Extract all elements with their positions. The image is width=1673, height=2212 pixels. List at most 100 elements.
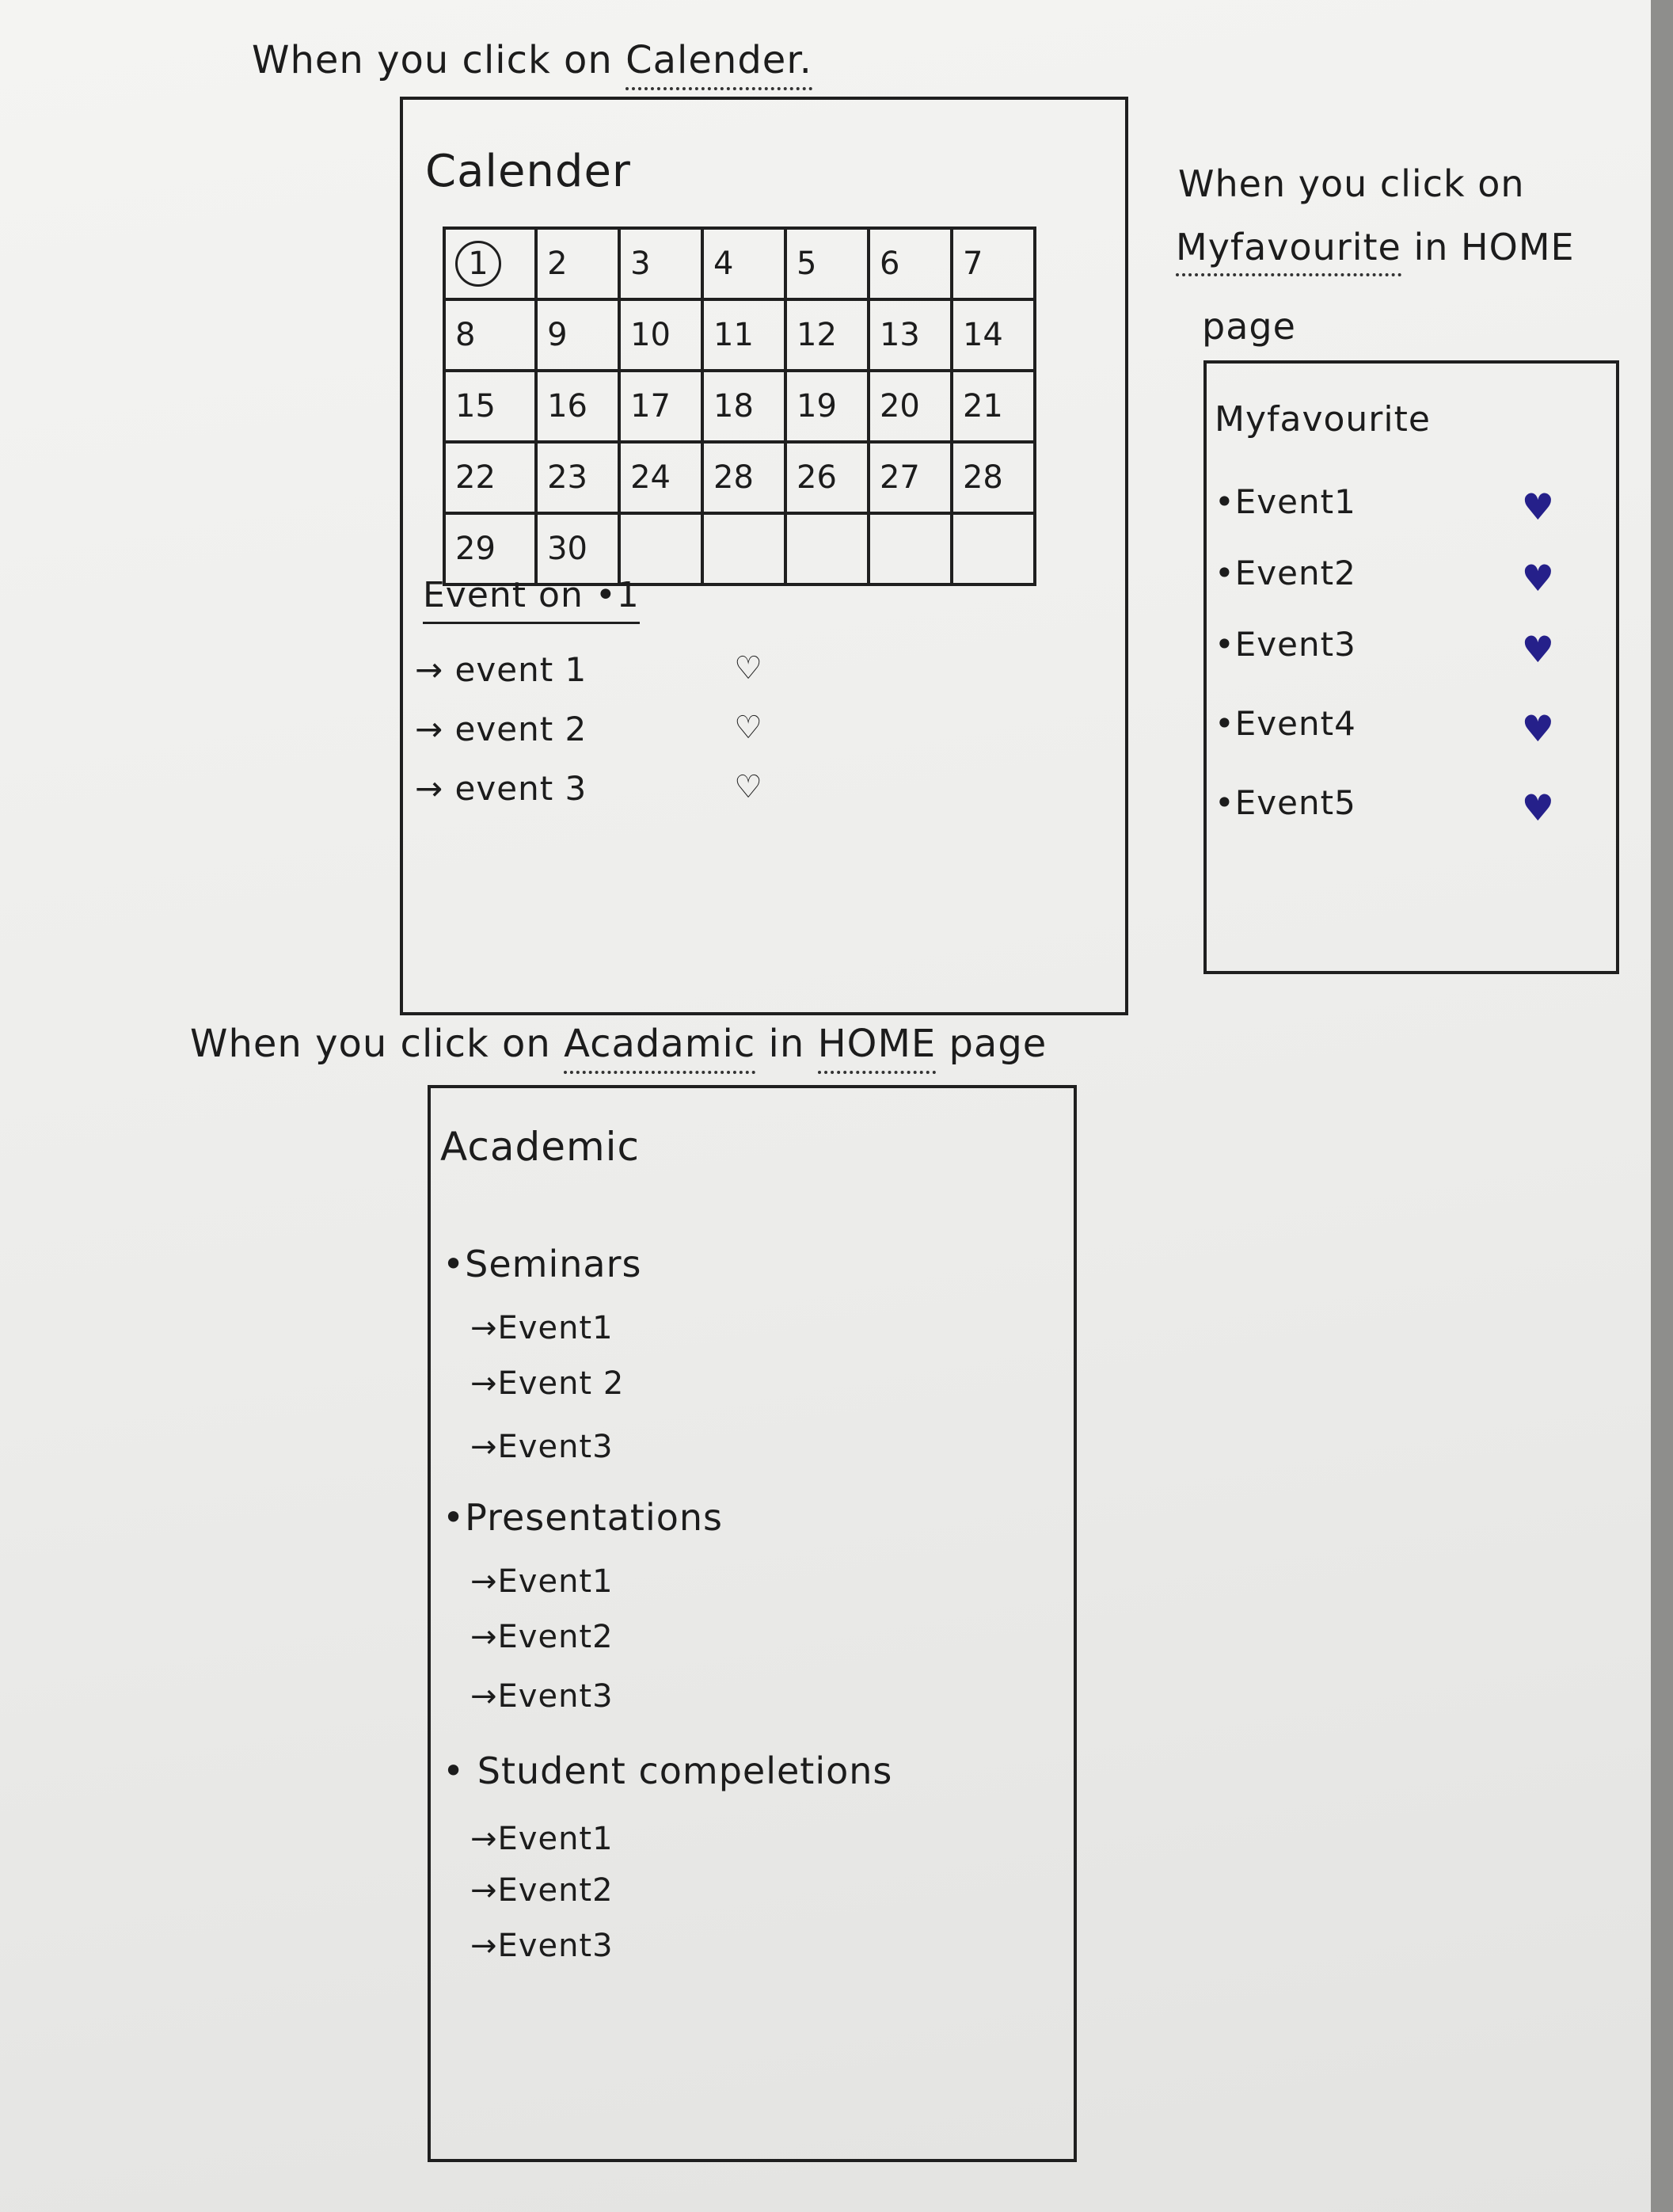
favourite-label: •Event4 [1215, 704, 1356, 743]
favourite-caption-line1: When you click on [1178, 162, 1525, 205]
academic-event-item[interactable]: →Event1 [470, 1563, 614, 1600]
calendar-day-cell[interactable]: 3 [618, 227, 705, 301]
calendar-day-cell[interactable]: 17 [618, 369, 705, 444]
favourite-item[interactable]: •Event1 ♥ [1215, 482, 1595, 528]
calendar-day-number: 24 [630, 459, 671, 496]
calendar-day-number: 3 [630, 246, 651, 282]
calendar-day-number: 8 [455, 317, 476, 353]
caption-text: page [936, 1022, 1048, 1066]
calendar-week-row: 1 2 3 4 5 6 7 [442, 227, 1037, 301]
heart-filled-icon[interactable]: ♥ [1522, 485, 1555, 528]
heart-filled-icon[interactable]: ♥ [1522, 628, 1555, 671]
calendar-day-cell[interactable]: 15 [442, 369, 538, 444]
calendar-day-cell[interactable]: 16 [534, 369, 622, 444]
academic-caption: When you click on Acadamic in HOME page [190, 1022, 1048, 1074]
calendar-grid: 1 2 3 4 5 6 7 8 9 10 11 12 13 14 15 16 17 18 19 20 21 22 23 24 2… [442, 227, 1037, 586]
academic-event-item[interactable]: →Event3 [470, 1928, 614, 1964]
calendar-day-cell[interactable]: 6 [866, 227, 953, 301]
calendar-day-cell-selected[interactable]: 1 [442, 227, 538, 301]
academic-event-item[interactable]: →Event 2 [470, 1365, 624, 1402]
academic-event-item[interactable]: →Event2 [470, 1872, 614, 1909]
calendar-day-cell[interactable]: 18 [701, 369, 788, 444]
calendar-day-cell[interactable]: 12 [784, 298, 870, 372]
calendar-day-cell[interactable]: 2 [534, 227, 622, 301]
calendar-day-cell[interactable]: 26 [784, 440, 870, 515]
calendar-day-cell[interactable]: 28 [701, 440, 788, 515]
calendar-day-number: 27 [879, 459, 920, 496]
academic-event-item[interactable]: →Event3 [470, 1429, 614, 1465]
calendar-day-number: 28 [962, 459, 1003, 496]
calendar-day-number: 28 [713, 459, 754, 496]
academic-link[interactable]: Acadamic [564, 1022, 756, 1074]
calendar-day-number: 21 [962, 388, 1003, 425]
academic-section-heading[interactable]: •Seminars [443, 1243, 641, 1285]
heart-filled-icon[interactable]: ♥ [1522, 786, 1555, 829]
calendar-day-number: 22 [455, 459, 496, 496]
calendar-day-cell[interactable]: 20 [866, 369, 953, 444]
calendar-day-number: 2 [547, 246, 568, 282]
event-label: → event 1 [415, 650, 587, 689]
calendar-screen: Calender 1 2 3 4 5 6 7 8 9 10 11 12 13 14 15 16 17 18 19 20… [400, 97, 1128, 1015]
academic-section-heading[interactable]: • Student compeletions [443, 1749, 892, 1792]
calendar-day-cell[interactable]: 9 [534, 298, 622, 372]
calendar-empty-cell [784, 512, 870, 586]
favourite-label: •Event5 [1215, 783, 1356, 822]
heart-outline-icon[interactable]: ♡ [734, 769, 763, 805]
calendar-day-cell[interactable]: 11 [701, 298, 788, 372]
calendar-event-item[interactable]: → event 3 ♡ [415, 769, 763, 808]
calendar-day-cell[interactable]: 22 [442, 440, 538, 515]
calendar-caption: When you click on Calender. [252, 38, 812, 90]
calendar-event-item[interactable]: → event 2 ♡ [415, 710, 763, 748]
academic-title: Academic [440, 1124, 641, 1170]
calendar-day-number: 18 [713, 388, 754, 425]
favourite-item[interactable]: •Event3 ♥ [1215, 625, 1595, 671]
calendar-day-number: 5 [797, 246, 817, 282]
calendar-day-cell[interactable]: 29 [442, 512, 538, 586]
calendar-day-cell[interactable]: 28 [949, 440, 1037, 515]
calendar-day-cell[interactable]: 30 [534, 512, 622, 586]
calendar-day-number: 19 [797, 388, 837, 425]
academic-event-item[interactable]: →Event2 [470, 1619, 614, 1655]
calendar-day-number: 9 [547, 317, 568, 353]
calendar-day-cell[interactable]: 8 [442, 298, 538, 372]
paper-sheet: When you click on Calender. Calender 123… [0, 0, 1651, 2212]
heart-outline-icon[interactable]: ♡ [734, 650, 763, 687]
calendar-day-cell[interactable]: 23 [534, 440, 622, 515]
calendar-day-cell[interactable]: 27 [866, 440, 953, 515]
calendar-day-number: 1 [455, 241, 501, 287]
calendar-link[interactable]: Calender. [625, 38, 812, 90]
calendar-empty-cell [701, 512, 788, 586]
calendar-day-number: 29 [455, 531, 496, 567]
academic-event-item[interactable]: →Event1 [470, 1310, 614, 1346]
academic-event-item[interactable]: →Event3 [470, 1678, 614, 1715]
caption-text: When you click on [252, 38, 626, 82]
calendar-week-row: 22 23 24 28 26 27 28 [442, 440, 1037, 515]
home-link[interactable]: HOME [817, 1022, 937, 1074]
heart-filled-icon[interactable]: ♥ [1522, 707, 1555, 750]
myfavourite-screen: Myfavourite •Event1 ♥ •Event2 ♥ •Event3 … [1203, 360, 1619, 974]
heart-filled-icon[interactable]: ♥ [1522, 557, 1555, 600]
academic-section-heading[interactable]: •Presentations [443, 1496, 723, 1539]
calendar-day-number: 10 [630, 317, 671, 353]
myfavourite-link[interactable]: Myfavourite [1176, 226, 1401, 276]
calendar-day-cell[interactable]: 4 [701, 227, 788, 301]
calendar-day-cell[interactable]: 13 [866, 298, 953, 372]
calendar-week-row: 15 16 17 18 19 20 21 [442, 369, 1037, 444]
calendar-day-cell[interactable]: 21 [949, 369, 1037, 444]
heart-outline-icon[interactable]: ♡ [734, 710, 763, 746]
favourite-item[interactable]: •Event4 ♥ [1215, 704, 1595, 750]
calendar-day-number: 7 [962, 246, 983, 282]
favourite-item[interactable]: •Event2 ♥ [1215, 554, 1595, 600]
calendar-day-cell[interactable]: 24 [618, 440, 705, 515]
calendar-day-cell[interactable]: 14 [949, 298, 1037, 372]
calendar-day-number: 30 [547, 531, 588, 567]
calendar-day-cell[interactable]: 10 [618, 298, 705, 372]
favourite-item[interactable]: •Event5 ♥ [1215, 783, 1595, 829]
calendar-day-cell[interactable]: 19 [784, 369, 870, 444]
academic-event-item[interactable]: →Event1 [470, 1821, 614, 1857]
calendar-day-cell[interactable]: 5 [784, 227, 870, 301]
calendar-day-cell[interactable]: 7 [949, 227, 1037, 301]
calendar-event-item[interactable]: → event 1 ♡ [415, 650, 763, 689]
calendar-day-number: 6 [879, 246, 900, 282]
calendar-day-number: 23 [547, 459, 588, 496]
